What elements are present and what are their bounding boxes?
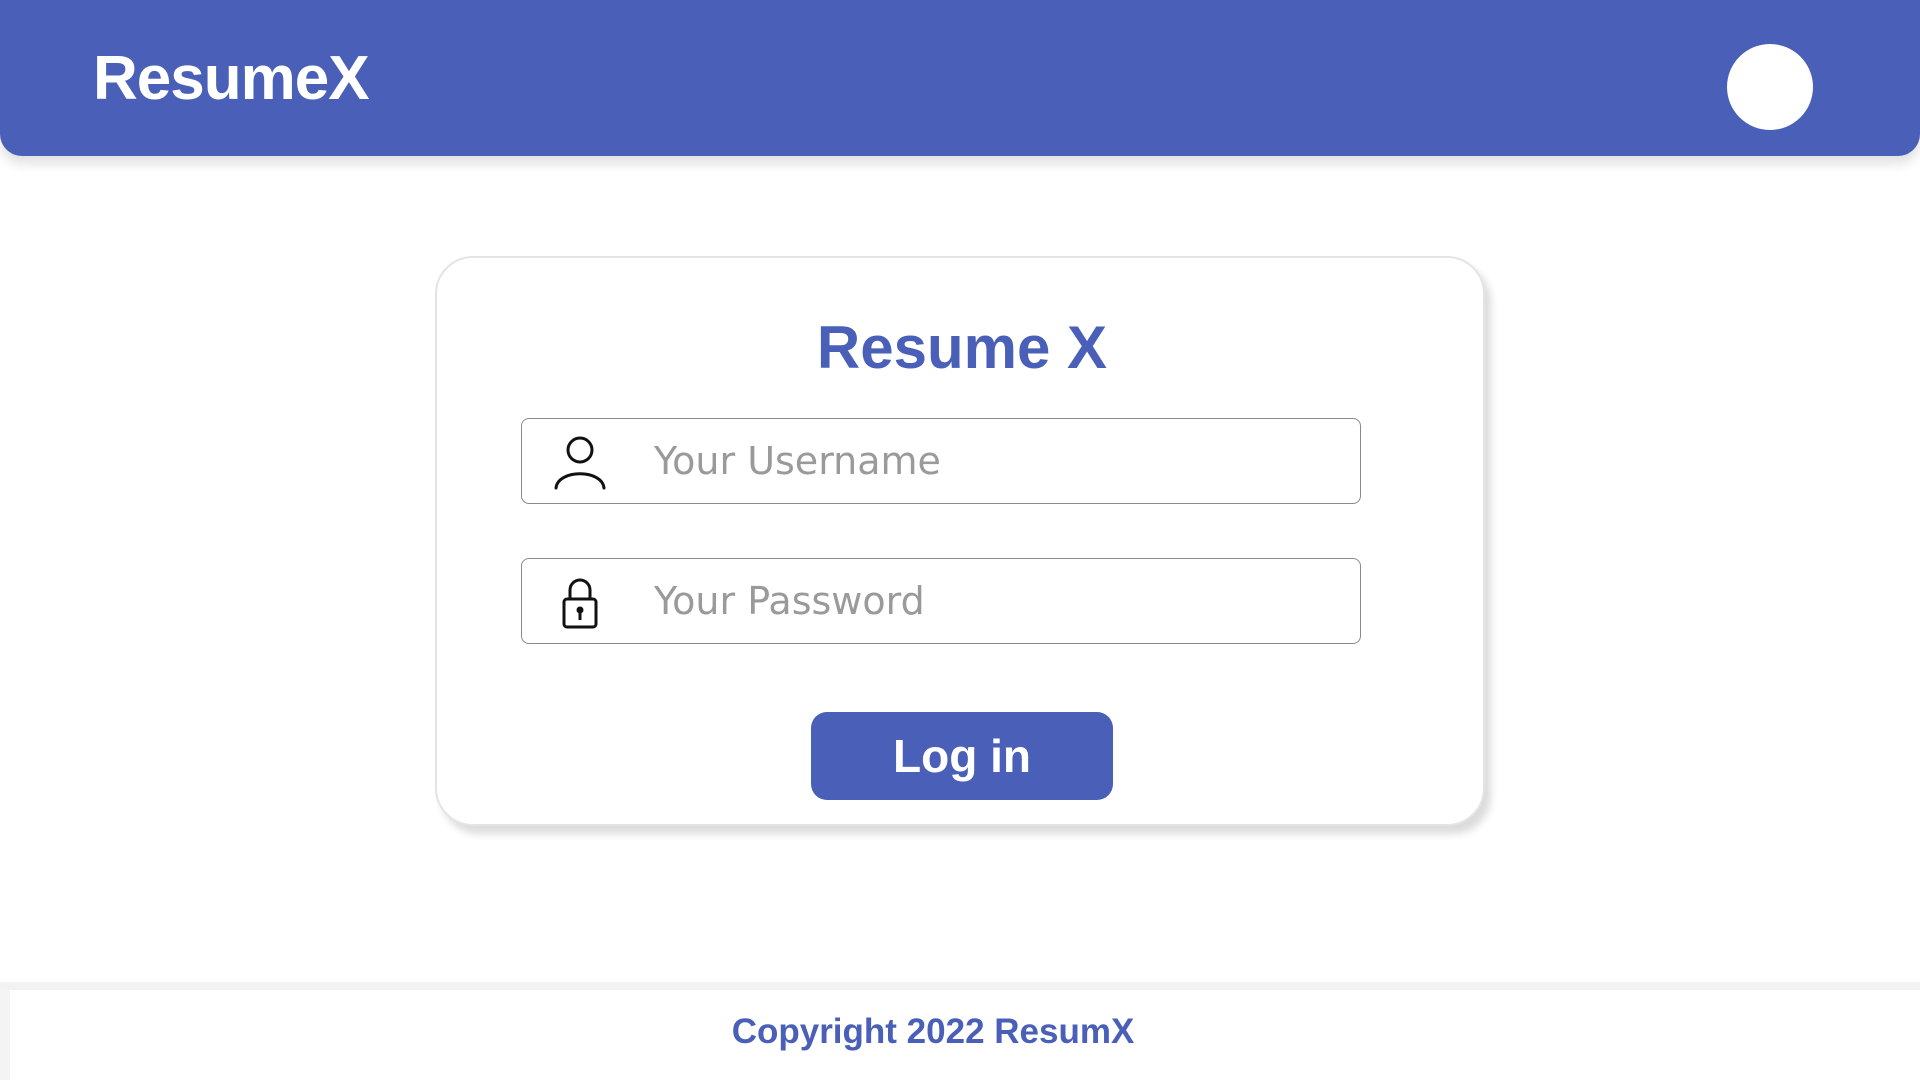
login-page: ResumeX Resume X Log in Copyright 2022 R…: [0, 0, 1920, 1080]
brand-logo[interactable]: ResumeX: [93, 40, 370, 118]
username-input[interactable]: [654, 427, 1334, 495]
password-field[interactable]: [521, 558, 1361, 644]
login-card-title: Resume X: [816, 314, 1108, 381]
login-button[interactable]: Log in: [811, 712, 1113, 800]
profile-avatar-button[interactable]: [1727, 44, 1813, 130]
copyright-text: Copyright 2022 ResumX: [731, 1012, 1135, 1051]
password-input[interactable]: [654, 567, 1334, 635]
login-card: Resume X Log in: [435, 256, 1485, 826]
username-field[interactable]: [521, 418, 1361, 504]
page-footer: Copyright 2022 ResumX: [0, 982, 1920, 1080]
lock-icon: [562, 578, 598, 629]
top-navbar: ResumeX: [0, 0, 1920, 156]
person-icon: [554, 436, 606, 490]
